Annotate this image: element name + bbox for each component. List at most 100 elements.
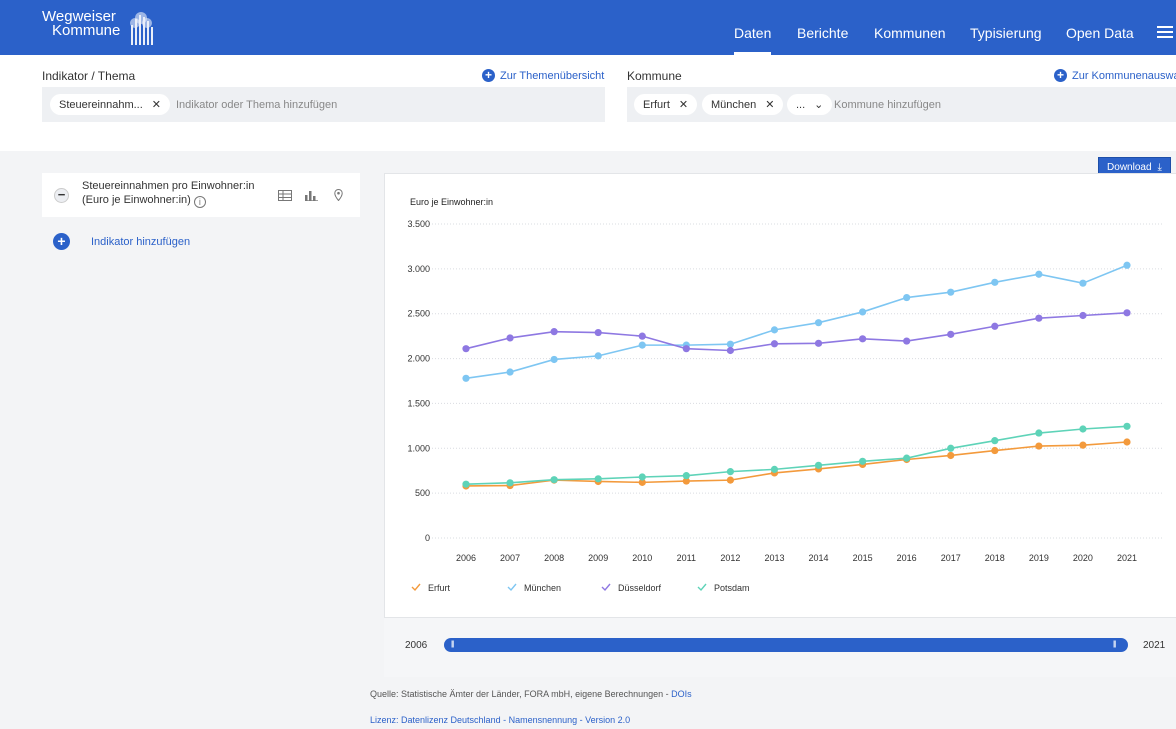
data-point <box>770 326 779 334</box>
collapse-icon[interactable]: − <box>54 188 69 203</box>
data-point <box>726 340 734 348</box>
data-point <box>814 319 823 327</box>
indicator-title-line1: Steuereinnahmen pro Einwohner:in <box>82 180 255 192</box>
kommune-chip-label: ... <box>796 98 806 111</box>
nav-daten[interactable]: Daten <box>734 25 772 55</box>
data-point <box>506 479 514 487</box>
kommune-search-input[interactable]: Kommune hinzufügen <box>834 99 941 111</box>
data-point <box>550 328 558 336</box>
x-tick-label: 2019 <box>1029 553 1049 563</box>
remove-chip-icon[interactable]: ✕ <box>152 98 161 111</box>
x-tick-label: 2018 <box>985 553 1005 563</box>
data-point <box>1123 422 1131 430</box>
table-view-icon[interactable] <box>278 190 292 201</box>
legend-check-icon <box>601 583 611 592</box>
y-tick-label: 500 <box>415 488 430 498</box>
kommune-selection-link[interactable]: + Zur Kommunenauswa <box>1054 69 1176 82</box>
nav-typisierung[interactable]: Typisierung <box>970 25 1042 41</box>
kommune-chip-label: München <box>711 98 757 111</box>
kommune-chip-more[interactable]: ... ⌄ <box>787 94 833 115</box>
x-tick-label: 2006 <box>456 553 476 563</box>
hamburger-menu-icon[interactable] <box>1157 26 1173 38</box>
x-tick-label: 2008 <box>544 553 564 563</box>
indicator-chip[interactable]: Steuereinnahm... ✕ <box>50 94 170 115</box>
series-line <box>465 425 1128 485</box>
license-note: Lizenz: Datenlizenz Deutschland - Namens… <box>370 715 630 725</box>
nav-berichte[interactable]: Berichte <box>797 25 848 41</box>
y-tick-label: 0 <box>425 533 430 543</box>
indicator-search-input[interactable]: Indikator oder Thema hinzufügen <box>176 99 337 111</box>
data-point <box>726 468 734 476</box>
data-point <box>770 340 779 348</box>
slider-end-handle[interactable]: ||| <box>1113 641 1123 649</box>
plus-circle-icon: + <box>1054 69 1067 82</box>
x-tick-label: 2007 <box>500 553 520 563</box>
data-point <box>947 288 955 296</box>
doi-link[interactable]: DOIs <box>671 689 692 699</box>
data-point <box>594 352 602 360</box>
x-tick-label: 2021 <box>1117 553 1137 563</box>
data-point <box>1079 279 1087 287</box>
x-tick-label: 2020 <box>1073 553 1093 563</box>
data-point <box>462 345 470 353</box>
data-point <box>1035 429 1043 437</box>
data-point <box>814 339 823 347</box>
add-indicator-button[interactable]: + Indikator hinzufügen <box>53 233 190 250</box>
map-pin-icon[interactable] <box>334 189 343 201</box>
slider-start-handle[interactable]: ||| <box>451 641 461 649</box>
data-point <box>594 475 602 483</box>
legend-label: Potsdam <box>714 583 750 593</box>
data-point <box>1035 270 1043 278</box>
series-line <box>465 264 1128 380</box>
logo-text[interactable]: Wegweiser Kommune <box>42 9 120 38</box>
indicator-selector[interactable]: Steuereinnahm... ✕ Indikator oder Thema … <box>42 87 605 122</box>
data-point <box>638 332 646 340</box>
source-note: Quelle: Statistische Ämter der Länder, F… <box>370 689 692 699</box>
indicator-title: Steuereinnahmen pro Einwohner:in (Euro j… <box>82 179 254 208</box>
license-link[interactable]: Lizenz: Datenlizenz Deutschland - Namens… <box>370 715 630 725</box>
kommune-chip-erfurt[interactable]: Erfurt ✕ <box>634 94 698 115</box>
nav-kommunen[interactable]: Kommunen <box>874 25 946 41</box>
bar-chart-view-icon[interactable] <box>305 190 318 201</box>
chevron-down-icon[interactable]: ⌄ <box>814 98 823 111</box>
data-point <box>903 337 911 345</box>
legend-label: Erfurt <box>428 583 451 593</box>
data-point <box>1035 442 1043 450</box>
data-point <box>550 355 558 364</box>
series-line <box>465 312 1128 352</box>
data-point <box>506 368 514 376</box>
data-point <box>1079 441 1087 449</box>
data-point <box>462 374 470 382</box>
data-point <box>903 293 911 302</box>
data-point <box>991 278 999 286</box>
legend-check-icon <box>507 583 517 592</box>
x-tick-label: 2013 <box>764 553 784 563</box>
x-tick-label: 2016 <box>897 553 917 563</box>
kommune-selector[interactable]: Erfurt ✕ München ✕ ... ⌄ Kommune hinzufü… <box>627 87 1176 122</box>
line-chart: 0 500 1.000 1.500 2.000 2.500 3.000 3.500 2006 20… <box>407 219 1164 593</box>
x-tick-label: 2015 <box>853 553 873 563</box>
legend-label: Düsseldorf <box>618 583 662 593</box>
data-point <box>814 461 823 469</box>
slider-start-year: 2006 <box>405 640 428 651</box>
y-tick-label: 2.500 <box>407 309 430 319</box>
info-icon[interactable]: i <box>193 196 206 208</box>
data-point <box>947 330 955 338</box>
data-point <box>859 457 867 465</box>
plus-circle-icon: + <box>482 69 495 82</box>
remove-chip-icon[interactable]: ✕ <box>765 98 774 111</box>
remove-chip-icon[interactable]: ✕ <box>679 98 688 111</box>
data-point <box>1079 311 1087 320</box>
y-tick-label: 2.000 <box>407 354 430 364</box>
indicator-chip-label: Steuereinnahm... <box>59 98 143 111</box>
kommune-chip-muenchen[interactable]: München ✕ <box>702 94 784 115</box>
data-point <box>859 335 867 343</box>
nav-open-data[interactable]: Open Data <box>1066 25 1134 41</box>
year-range-slider[interactable]: ||| ||| <box>444 638 1128 652</box>
data-point <box>947 444 955 452</box>
themes-overview-link[interactable]: + Zur Themenübersicht <box>482 69 604 82</box>
data-point <box>1123 309 1131 317</box>
data-point <box>726 476 734 484</box>
data-point <box>682 472 690 480</box>
add-indicator-label: Indikator hinzufügen <box>91 235 191 248</box>
